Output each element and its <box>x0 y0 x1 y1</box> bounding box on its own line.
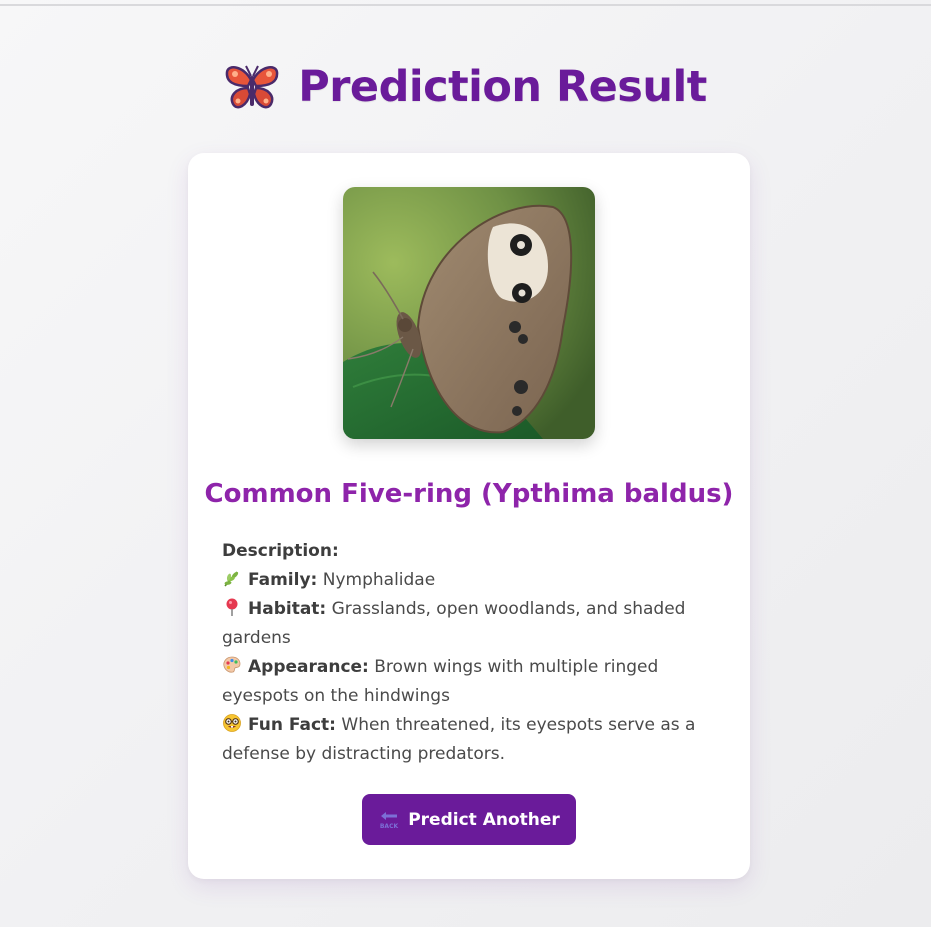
butterfly-photo <box>343 187 595 439</box>
detail-habitat: Habitat: Grasslands, open woodlands, and… <box>222 595 722 653</box>
nerd-face-icon <box>222 713 242 733</box>
habitat-label: Habitat: <box>248 599 327 619</box>
back-arrow-icon: BACK <box>378 809 400 831</box>
detail-family: Family: Nymphalidae <box>222 566 722 595</box>
family-label: Family: <box>248 570 318 590</box>
appearance-label: Appearance: <box>248 657 369 677</box>
detail-appearance: Appearance: Brown wings with multiple ri… <box>222 653 722 711</box>
fun-fact-label: Fun Fact: <box>248 715 336 735</box>
predict-another-label: Predict Another <box>408 809 560 830</box>
description-block: Description: Family: Nymphalidae Habitat… <box>222 537 722 769</box>
detail-fun-fact: Fun Fact: When threatened, its eyespots … <box>222 711 722 769</box>
page-title: Prediction Result <box>298 62 707 112</box>
predict-another-button[interactable]: BACK Predict Another <box>362 794 576 845</box>
result-card: Common Five-ring (Ypthima baldus) Descri… <box>188 153 750 879</box>
butterfly-icon <box>224 62 280 112</box>
herb-icon <box>222 568 242 588</box>
species-name: Common Five-ring (Ypthima baldus) <box>204 479 734 509</box>
family-value: Nymphalidae <box>317 570 436 590</box>
palette-icon <box>222 655 242 675</box>
pushpin-icon <box>222 597 242 617</box>
browser-top-rule <box>0 4 931 6</box>
page-header: Prediction Result <box>0 62 931 112</box>
description-label: Description: <box>222 541 339 561</box>
svg-text:BACK: BACK <box>380 823 399 830</box>
